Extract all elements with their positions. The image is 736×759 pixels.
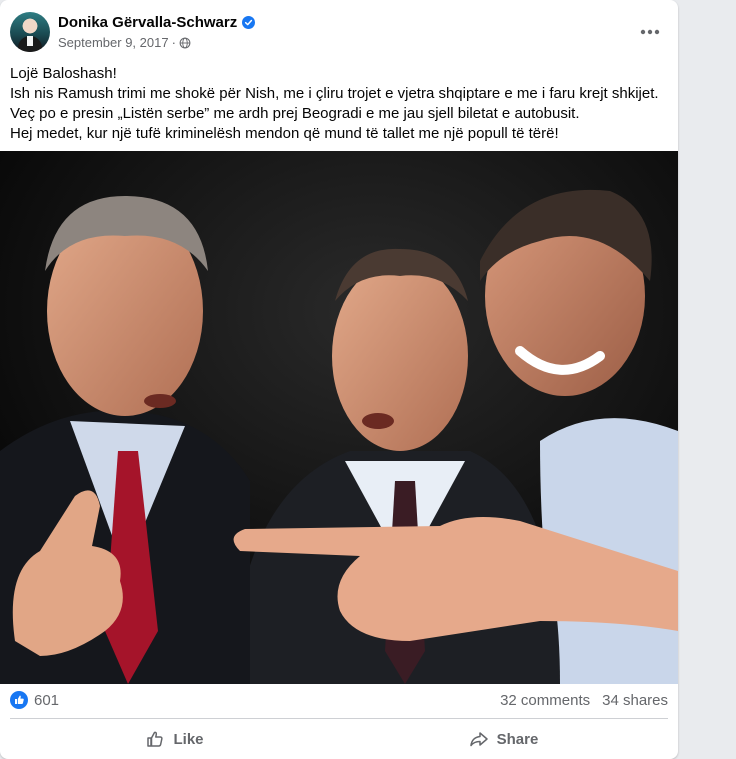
reaction-count[interactable]: 601	[34, 692, 59, 709]
post-message: Lojë Baloshash! Ish nis Ramush trimi me …	[10, 64, 670, 144]
post-meta: September 9, 2017 ·	[58, 35, 191, 50]
post-line: Hej medet, kur një tufë kriminelësh mend…	[10, 125, 559, 142]
post-photo[interactable]	[0, 151, 678, 684]
like-label: Like	[173, 730, 204, 748]
share-label: Share	[496, 730, 539, 748]
comment-count[interactable]: 32 comments	[500, 692, 590, 709]
avatar-collar	[27, 36, 33, 46]
share-button[interactable]: Share	[339, 722, 668, 756]
more-options-icon	[640, 29, 660, 35]
author-name[interactable]: Donika Gërvalla-Schwarz	[58, 14, 237, 31]
post-date[interactable]: September 9, 2017	[58, 35, 169, 50]
photo-illustration	[0, 151, 678, 684]
avatar[interactable]	[10, 12, 50, 52]
post-actions: Like Share	[10, 722, 668, 756]
more-options-button[interactable]	[636, 18, 664, 46]
stats-right: 32 comments 34 shares	[500, 692, 668, 709]
share-arrow-icon	[469, 732, 488, 747]
post-line: Ish nis Ramush trimi me shokë për Nish, …	[10, 85, 659, 102]
post-header: Donika Gërvalla-Schwarz September 9, 201…	[10, 12, 670, 54]
thumbs-up-reaction-icon[interactable]	[10, 691, 28, 709]
share-count[interactable]: 34 shares	[602, 692, 668, 709]
engagement-stats: 601 32 comments 34 shares	[10, 688, 668, 712]
post-line: Lojë Baloshash!	[10, 65, 117, 82]
stats-divider	[10, 718, 668, 719]
thumbs-up-outline-icon	[147, 731, 164, 747]
post-card: Donika Gërvalla-Schwarz September 9, 201…	[0, 0, 678, 759]
globe-icon[interactable]	[179, 37, 191, 49]
verified-badge-icon	[242, 16, 256, 29]
meta-separator: ·	[171, 35, 176, 50]
post-line: Veç po e presin „Listën serbe” me ardh p…	[10, 105, 580, 122]
author-row: Donika Gërvalla-Schwarz	[58, 14, 256, 31]
like-button[interactable]: Like	[10, 722, 339, 756]
